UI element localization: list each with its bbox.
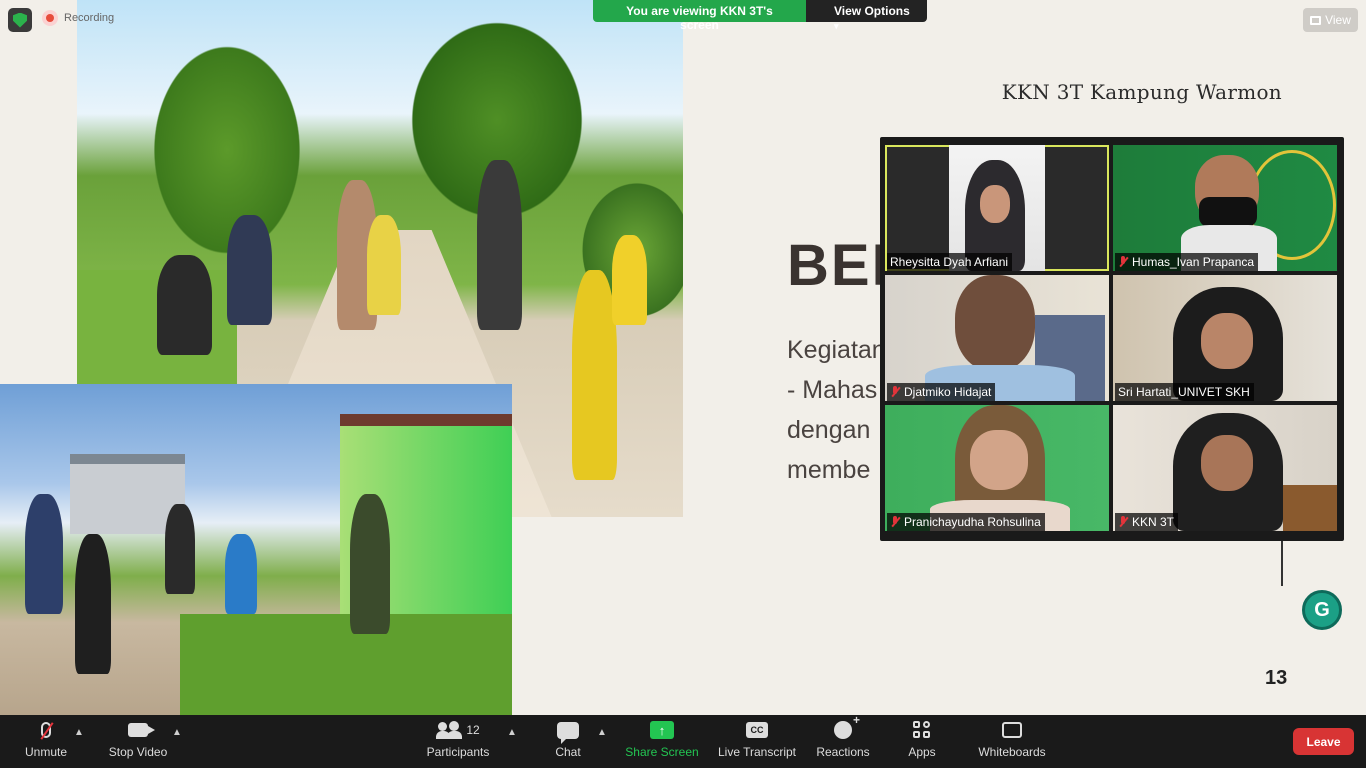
participant-name: Djatmiko Hidajat [887, 383, 996, 401]
microphone-muted-icon [41, 722, 51, 738]
closed-caption-icon: CC [746, 722, 768, 738]
video-tile[interactable]: Pranichayudha Rohsulina [885, 405, 1109, 531]
slide-divider [1281, 540, 1283, 586]
stop-video-button[interactable]: Stop Video [104, 715, 172, 768]
security-shield-icon[interactable] [8, 8, 32, 32]
participants-options-caret-icon[interactable]: ▲ [507, 727, 517, 738]
video-gallery: Rheysitta Dyah Arfiani Humas_Ivan Prapan… [880, 137, 1344, 541]
apps-icon [913, 721, 931, 739]
participant-name: Humas_Ivan Prapanca [1115, 253, 1259, 271]
mic-muted-icon [890, 386, 900, 398]
whiteboards-button[interactable]: Whiteboards [974, 715, 1050, 768]
view-label: View [1325, 13, 1351, 27]
chevron-down-icon: ▾ [834, 21, 839, 31]
mic-muted-icon [1118, 256, 1128, 268]
leave-button[interactable]: Leave [1293, 728, 1354, 755]
apps-button[interactable]: Apps [902, 715, 942, 768]
video-tile[interactable]: Humas_Ivan Prapanca [1113, 145, 1337, 271]
view-options-button[interactable]: View Options ▾ [806, 0, 927, 31]
slide-photo-village-houses [0, 384, 512, 715]
slide-body: Kegiatan - Mahas dengan membe [787, 330, 886, 490]
grid-view-icon [1310, 15, 1322, 25]
chat-icon [557, 721, 579, 744]
video-tile[interactable]: Sri Hartati_UNIVET SKH [1113, 275, 1337, 401]
view-options-label: View Options [834, 4, 910, 18]
view-button[interactable]: View [1303, 8, 1358, 32]
meeting-toolbar: Unmute ▲ Stop Video ▲ 12 Participants ▲ … [0, 713, 1366, 768]
live-transcript-button[interactable]: CC Live Transcript [716, 715, 798, 768]
whiteboard-icon [1002, 722, 1022, 738]
recording-indicator[interactable]: Recording [42, 10, 114, 26]
audio-options-caret-icon[interactable]: ▲ [74, 727, 84, 738]
camera-icon [128, 723, 155, 737]
grammarly-icon[interactable]: G [1302, 590, 1342, 630]
video-tile[interactable]: KKN 3T [1113, 405, 1337, 531]
mic-muted-icon [890, 516, 900, 528]
slide-page-number: 13 [1265, 667, 1288, 689]
unmute-button[interactable]: Unmute [18, 715, 74, 768]
share-banner-text: You are viewing KKN 3T's screen [593, 0, 806, 32]
video-tile[interactable]: Rheysitta Dyah Arfiani [885, 145, 1109, 271]
chat-button[interactable]: Chat [548, 715, 588, 768]
participants-icon [436, 721, 463, 739]
slide-header: KKN 3T Kampung Warmon [1001, 80, 1282, 104]
mic-muted-icon [1118, 516, 1128, 528]
share-screen-icon: ↑ [650, 721, 674, 739]
slide-body-line: dengan [787, 416, 871, 444]
slide-body-line: membe [787, 456, 871, 484]
screen-share-banner: You are viewing KKN 3T's screen View Opt… [593, 0, 927, 32]
reactions-button[interactable]: Reactions [814, 713, 872, 768]
participant-name: Sri Hartati_UNIVET SKH [1115, 383, 1254, 401]
slide-body-line: - Mahas [787, 376, 878, 404]
participant-name: Pranichayudha Rohsulina [887, 513, 1045, 531]
slide-body-line: Kegiatan [787, 336, 886, 364]
record-dot-icon [42, 10, 58, 26]
chat-options-caret-icon[interactable]: ▲ [597, 727, 607, 738]
recording-label: Recording [64, 12, 115, 24]
participants-button[interactable]: 12 Participants [424, 715, 492, 768]
emoji-reaction-icon [834, 713, 860, 739]
participant-name: Rheysitta Dyah Arfiani [887, 253, 1013, 271]
share-screen-button[interactable]: ↑ Share Screen [624, 715, 700, 768]
video-options-caret-icon[interactable]: ▲ [172, 727, 182, 738]
video-tile[interactable]: Djatmiko Hidajat [885, 275, 1109, 401]
participants-count: 12 [466, 723, 480, 737]
participant-name: KKN 3T [1115, 513, 1179, 531]
